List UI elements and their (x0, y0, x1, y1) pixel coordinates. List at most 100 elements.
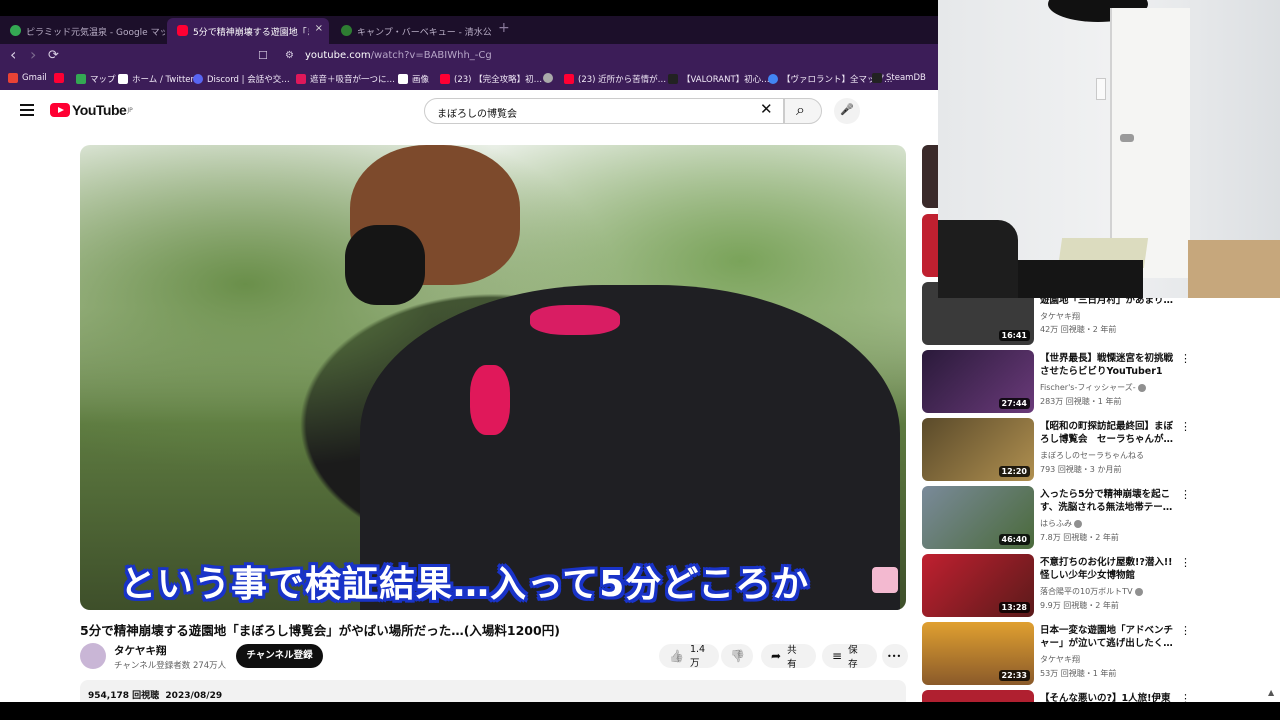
recommendation-item[interactable]: 【そんな悪いの?】1人旅!伊東園… ⋮ (922, 690, 1278, 702)
verified-icon (1074, 519, 1082, 528)
recommendation-title[interactable]: 【世界最長】戦慄迷宮を初挑戦させたらビビりYouTuber1位… (1040, 352, 1176, 378)
recommendation-thumbnail[interactable]: 13:28 (922, 554, 1034, 617)
youtube-logo[interactable]: YouTube JP (50, 102, 133, 118)
more-vert-icon[interactable]: ⋮ (1180, 692, 1191, 702)
logo-region: JP (127, 106, 133, 114)
search-input[interactable]: まぼろしの博覧会 (424, 98, 784, 124)
bookmark-globe[interactable] (543, 73, 557, 83)
dislike-button[interactable]: 👎 (721, 644, 753, 668)
recommendation-channel[interactable]: Fischer's-フィッシャーズ- (1040, 382, 1146, 393)
tab-label: ピラミッド元気温泉 - Google マップ (26, 27, 165, 38)
bookmark-label: マップ (90, 75, 116, 85)
recommendation-title[interactable]: 日本一変な遊園地「アドベンチャー」が泣いて逃げ出したく… (1040, 624, 1176, 650)
clear-icon[interactable]: ✕ (760, 100, 773, 118)
like-count: 1.4万 (689, 643, 706, 669)
duration-badge: 46:40 (998, 534, 1030, 545)
recommendation-thumbnail[interactable]: 22:33 (922, 622, 1034, 685)
channel-name[interactable]: タケヤキ翔 (114, 643, 167, 658)
more-vert-icon[interactable]: ⋮ (1180, 624, 1191, 637)
recommendation-channel[interactable]: まぼろしのセーラちゃんねる (1040, 450, 1144, 461)
save-playlist-icon: ≡ (832, 649, 843, 663)
shop-icon (296, 74, 306, 84)
bookmark-label: (23) 近所から苦情が… (578, 75, 667, 85)
reload-icon[interactable]: ⟳ (48, 48, 59, 63)
close-tab-icon[interactable]: × (315, 23, 323, 34)
recommendation-thumbnail[interactable] (922, 145, 938, 208)
globe-icon (543, 73, 553, 83)
bookmark-guide[interactable]: (23) 【完全攻略】初… (440, 73, 542, 85)
recommendation-title[interactable]: 【そんな悪いの?】1人旅!伊東園… (1040, 692, 1176, 702)
scrollbar-arrow-icon[interactable]: ▲ (1268, 688, 1274, 697)
globe-icon (341, 25, 352, 36)
recommendation-item[interactable]: 22:33 日本一変な遊園地「アドベンチャー」が泣いて逃げ出したく… タケヤキ翔… (922, 622, 1278, 688)
recommendation-item[interactable]: 27:44 【世界最長】戦慄迷宮を初挑戦させたらビビりYouTuber1位… F… (922, 350, 1278, 416)
bookmarks-bar: Gmail マップ ホーム / Twitter Discord | 会話や交… … (0, 70, 938, 90)
save-label: 保存 (848, 645, 858, 670)
menu-icon[interactable] (20, 104, 34, 119)
address-field[interactable]: youtube.com/watch?v=BABIWhh_-Cg (305, 50, 492, 61)
recommendation-item[interactable]: 13:28 不意打ちのお化け屋敷!?潜入!!怪しい少年少女博物館 落合陽平の10… (922, 554, 1278, 620)
save-button[interactable]: ≡ 保存 (822, 644, 877, 670)
mic-icon: 🎤 (840, 103, 854, 116)
site-info-icon[interactable]: ⚙ (285, 50, 294, 61)
recommendation-channel[interactable]: タケヤキ翔 (1040, 654, 1080, 665)
recommendation-thumbnail[interactable]: 46:40 (922, 486, 1034, 549)
youtube-play-icon (50, 103, 70, 117)
like-button[interactable]: 👍 1.4万 (659, 643, 719, 669)
more-icon: ••• (887, 651, 902, 661)
bookmark-valorant[interactable]: 【VALORANT】初心… (668, 73, 770, 85)
bookmark-complaint[interactable]: (23) 近所から苦情が… (564, 73, 666, 85)
bookmark-youtube[interactable] (54, 73, 68, 83)
recommendation-thumbnail[interactable] (922, 214, 938, 277)
more-vert-icon[interactable]: ⋮ (1180, 556, 1191, 569)
bookmark-maps[interactable]: マップ (76, 73, 116, 85)
recommendation-item[interactable]: 12:20 【昭和の町探訪記最終回】まぼろし博覧会 セーラちゃんが… まぼろしの… (922, 418, 1278, 484)
bookmark-label: (23) 【完全攻略】初… (454, 75, 543, 85)
voice-search-button[interactable]: 🎤 (834, 98, 860, 124)
recommendation-thumbnail[interactable]: 12:20 (922, 418, 1034, 481)
recommendation-channel[interactable]: はらふみ (1040, 518, 1082, 529)
door-knob-shape (1120, 134, 1134, 142)
recommendation-meta: 7.8万 回視聴・2 年前 (1040, 533, 1119, 542)
bookmark-icon[interactable]: ☐ (258, 49, 268, 62)
bookmark-steamdb[interactable]: SteamDB (872, 73, 926, 83)
bookmark-images[interactable]: 画像 (398, 73, 429, 85)
more-vert-icon[interactable]: ⋮ (1180, 488, 1191, 501)
recommendation-item[interactable]: 46:40 入ったら5分で精神崩壊を起こす、洗脳される無法地帯テー… はらふみ … (922, 486, 1278, 552)
tab-shimizu-park[interactable]: キャンプ・バーベキュー - 清水公園 公式ホ (331, 18, 491, 44)
more-actions-button[interactable]: ••• (882, 644, 908, 668)
recommendation-title[interactable]: 【昭和の町探訪記最終回】まぼろし博覧会 セーラちゃんが… (1040, 420, 1176, 446)
recommendation-channel[interactable]: タケヤキ翔 (1040, 311, 1080, 322)
x-icon (118, 74, 128, 84)
floor-shape (1188, 240, 1280, 298)
subscribe-button[interactable]: チャンネル登録 (236, 644, 323, 668)
tab-google-maps[interactable]: ピラミッド元気温泉 - Google マップ (0, 18, 165, 44)
forward-icon[interactable]: › (30, 45, 36, 64)
back-icon[interactable]: ‹ (10, 45, 16, 64)
maps-pin-icon (10, 25, 21, 36)
more-vert-icon[interactable]: ⋮ (1180, 352, 1191, 365)
share-button[interactable]: ➦ 共有 (761, 644, 816, 670)
new-tab-button[interactable]: + (498, 20, 510, 36)
recommendation-thumbnail[interactable] (922, 690, 1034, 702)
more-vert-icon[interactable]: ⋮ (1180, 420, 1191, 433)
bookmark-gmail[interactable]: Gmail (8, 73, 47, 83)
recommendation-meta: 793 回視聴・3 か月前 (1040, 465, 1122, 474)
description-box[interactable]: 954,178 回視聴 2023/08/29 (80, 680, 906, 702)
bookmark-twitter[interactable]: ホーム / Twitter (118, 73, 194, 85)
video-player[interactable]: という事で検証結果…入って5分どころか (80, 145, 906, 610)
search-button[interactable]: ⌕ (784, 98, 822, 124)
bookmark-discord[interactable]: Discord | 会話や交… (193, 73, 290, 85)
tab-youtube-video[interactable]: 5分で精神崩壊する遊園地「まぼろし × (167, 18, 329, 44)
mask-shape (345, 225, 425, 305)
channel-avatar[interactable] (80, 643, 106, 669)
recommendation-thumbnail[interactable]: 27:44 (922, 350, 1034, 413)
recommendation-channel[interactable]: 落合陽平の10万ボルトTV (1040, 586, 1143, 597)
share-icon: ➦ (771, 649, 782, 663)
share-label: 共有 (787, 645, 797, 670)
recommendation-title[interactable]: 入ったら5分で精神崩壊を起こす、洗脳される無法地帯テー… (1040, 488, 1176, 514)
bookmark-soundproof[interactable]: 遮音＋吸音が一つに… (296, 73, 395, 85)
recommendation-meta: 53万 回視聴・1 年前 (1040, 669, 1117, 678)
recommendation-title[interactable]: 不意打ちのお化け屋敷!?潜入!!怪しい少年少女博物館 (1040, 556, 1176, 582)
thumbs-down-icon: 👎 (730, 649, 745, 663)
